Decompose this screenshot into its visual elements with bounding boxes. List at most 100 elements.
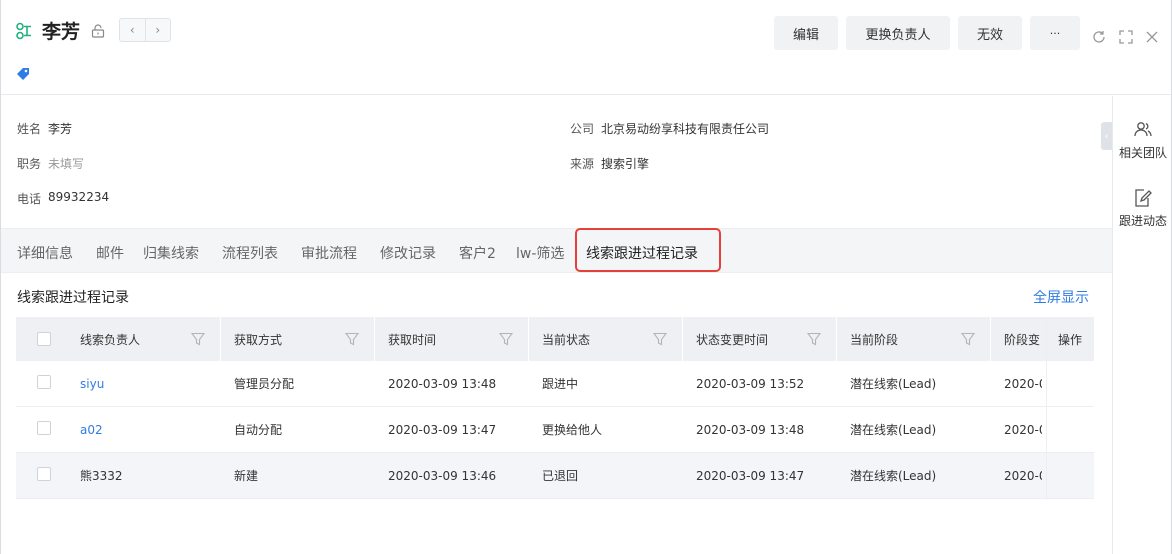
stage-cell: 潜在线索(Lead) (850, 469, 937, 483)
time-cell: 2020-03-09 13:48 (388, 376, 497, 391)
row-checkbox[interactable] (37, 375, 51, 389)
tab-email[interactable]: 邮件 (96, 243, 124, 263)
company-field: 公司 北京易动纷享科技有限责任公司 (570, 120, 769, 137)
stage-time-cell: 2020-03-09 (1004, 468, 1042, 483)
highlight-box (575, 228, 721, 272)
status-cell: 已退回 (542, 469, 579, 483)
filter-icon[interactable] (345, 332, 359, 346)
name-field: 姓名 李芳 (17, 120, 72, 137)
position-field: 职务 未填写 (17, 155, 84, 172)
fullscreen-link[interactable]: 全屏显示 (1033, 287, 1089, 307)
basic-info-panel: 姓名 李芳 职务 未填写 电话 89932234 公司 北京易动纷享科技有限责任… (1, 96, 1112, 228)
column-divider (682, 317, 683, 361)
stage-time-cell: 2020-03-09 (1004, 376, 1042, 391)
related-team-label: 相关团队 (1119, 146, 1168, 160)
table-header: 线索负责人 获取方式 获取时间 当前状态 状态变更时间 当前阶段 阶段变更时间 … (16, 317, 1094, 361)
col-header-method: 获取方式 (234, 332, 283, 347)
phone-field: 电话 89932234 (17, 190, 109, 207)
filter-icon[interactable] (653, 332, 667, 346)
page-title: 李芳 (42, 21, 81, 43)
section-title: 线索跟进过程记录 (17, 290, 129, 306)
col-header-stage: 当前阶段 (850, 332, 899, 347)
status-time-cell: 2020-03-09 13:47 (696, 468, 805, 483)
tab-lw-filter[interactable]: lw-筛选 (516, 243, 564, 263)
column-divider (220, 317, 221, 361)
tag-icon[interactable] (16, 66, 30, 80)
filter-icon[interactable] (961, 332, 975, 346)
company-label: 公司 (570, 122, 595, 136)
col-header-stage-time: 阶段变更时间 (1004, 332, 1040, 347)
filter-icon[interactable] (499, 332, 513, 346)
select-all-checkbox[interactable] (37, 332, 51, 346)
invalid-button[interactable]: 无效 (958, 16, 1022, 50)
column-divider (374, 317, 375, 361)
source-value: 搜索引擎 (601, 157, 650, 171)
owner-cell: 熊3332 (80, 469, 123, 483)
more-button[interactable]: ··· (1030, 16, 1080, 50)
column-divider (990, 317, 991, 361)
follow-activity-label: 跟进动态 (1119, 214, 1168, 228)
detail-window: 李芳 ‹ › 编辑 更换负责人 无效 ··· 姓名 李芳 职务 未填写 电话 8… (0, 0, 1172, 554)
detail-tabs: 详细信息 邮件 归集线索 流程列表 审批流程 修改记录 客户2 lw-筛选 线索… (1, 228, 1112, 273)
collapse-sidebar-handle[interactable]: ‹ (1101, 122, 1112, 150)
expand-icon[interactable] (1118, 29, 1134, 45)
company-value: 北京易动纷享科技有限责任公司 (601, 122, 770, 136)
edit-button[interactable]: 编辑 (774, 16, 838, 50)
col-header-status-time: 状态变更时间 (696, 332, 769, 347)
tab-customer2[interactable]: 客户2 (459, 243, 496, 263)
source-field: 来源 搜索引擎 (570, 155, 649, 172)
status-cell: 更换给他人 (542, 423, 603, 437)
tab-detail-info[interactable]: 详细信息 (17, 243, 73, 263)
column-divider (528, 317, 529, 361)
stage-cell: 潜在线索(Lead) (850, 377, 937, 391)
owner-link[interactable]: a02 (80, 407, 103, 452)
time-cell: 2020-03-09 13:46 (388, 468, 497, 483)
name-value: 李芳 (48, 122, 73, 136)
lock-icon[interactable] (91, 24, 105, 38)
related-team-button[interactable]: 相关团队 (1119, 120, 1171, 161)
follow-activity-button[interactable]: 跟进动态 (1119, 188, 1171, 229)
position-value: 未填写 (48, 157, 85, 171)
action-column (1046, 317, 1094, 500)
refresh-icon[interactable] (1091, 29, 1107, 45)
stage-time-cell: 2020-03-09 (1004, 422, 1042, 437)
edit-note-icon (1135, 189, 1152, 207)
table-row[interactable]: siyu 管理员分配 2020-03-09 13:48 跟进中 2020-03-… (16, 361, 1094, 407)
stage-cell: 潜在线索(Lead) (850, 423, 937, 437)
owner-link[interactable]: siyu (80, 361, 104, 406)
tab-process-list[interactable]: 流程列表 (222, 243, 278, 263)
team-icon (1134, 122, 1152, 137)
filter-icon[interactable] (191, 332, 205, 346)
lead-icon (16, 22, 31, 40)
change-owner-button[interactable]: 更换负责人 (846, 16, 950, 50)
row-checkbox[interactable] (37, 467, 51, 481)
row-checkbox[interactable] (37, 421, 51, 435)
table-row[interactable]: 熊3332 新建 2020-03-09 13:46 已退回 2020-03-09… (16, 453, 1094, 499)
col-header-status: 当前状态 (542, 332, 591, 347)
col-header-owner: 线索负责人 (80, 332, 141, 347)
position-label: 职务 (17, 157, 42, 171)
status-time-cell: 2020-03-09 13:48 (696, 422, 805, 437)
close-icon[interactable] (1144, 29, 1160, 45)
table-row[interactable]: a02 自动分配 2020-03-09 13:47 更换给他人 2020-03-… (16, 407, 1094, 453)
method-cell: 自动分配 (234, 423, 283, 437)
method-cell: 管理员分配 (234, 377, 295, 391)
phone-label: 电话 (17, 192, 42, 206)
name-label: 姓名 (17, 122, 42, 136)
status-cell: 跟进中 (542, 377, 579, 391)
next-record-button[interactable]: › (144, 19, 171, 41)
tab-merged-leads[interactable]: 归集线索 (143, 243, 199, 263)
filter-icon[interactable] (807, 332, 821, 346)
source-label: 来源 (570, 157, 595, 171)
tab-change-log[interactable]: 修改记录 (380, 243, 436, 263)
phone-value: 89932234 (48, 190, 110, 204)
col-header-time: 获取时间 (388, 332, 437, 347)
status-time-cell: 2020-03-09 13:52 (696, 376, 805, 391)
right-sidebar (1112, 96, 1171, 554)
method-cell: 新建 (234, 469, 259, 483)
tab-approval-flow[interactable]: 审批流程 (301, 243, 357, 263)
time-cell: 2020-03-09 13:47 (388, 422, 497, 437)
prev-record-button[interactable]: ‹ (120, 19, 145, 41)
detail-header: 李芳 ‹ › 编辑 更换负责人 无效 ··· (1, 0, 1171, 95)
column-divider (836, 317, 837, 361)
